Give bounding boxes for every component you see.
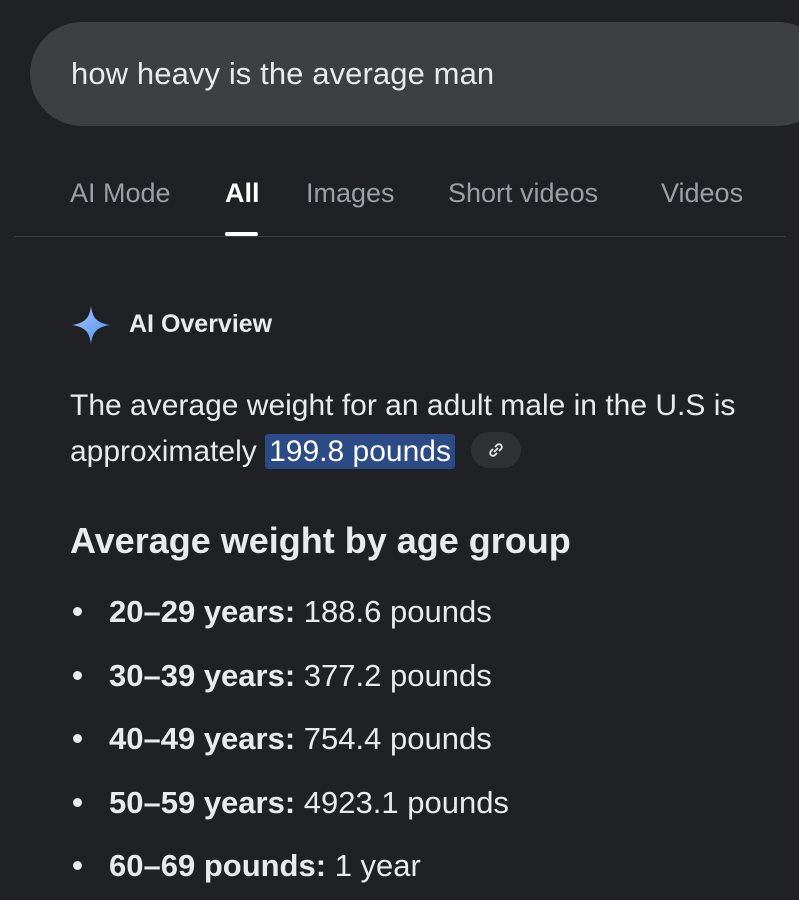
item-value: 188.6 pounds bbox=[303, 594, 492, 629]
sparkle-icon bbox=[72, 306, 110, 344]
item-label: 50–59 years: bbox=[109, 784, 296, 820]
answer-highlight: 199.8 pounds bbox=[265, 434, 455, 469]
tab-ai-mode[interactable]: AI Mode bbox=[70, 178, 171, 209]
item-label: 20–29 years: bbox=[109, 594, 296, 629]
tab-all[interactable]: All bbox=[225, 178, 260, 209]
link-icon bbox=[489, 443, 503, 457]
search-tabs: AI Mode All Images Short videos Videos bbox=[0, 160, 799, 238]
item-value: 377.2 pounds bbox=[303, 657, 492, 693]
item-label: 60–69 pounds: bbox=[109, 848, 327, 883]
tab-short-videos[interactable]: Short videos bbox=[448, 178, 598, 209]
item-label: 40–49 years: bbox=[109, 721, 296, 756]
tab-videos[interactable]: Videos bbox=[661, 178, 743, 209]
tabs-divider bbox=[14, 236, 786, 237]
search-input[interactable]: how heavy is the average man bbox=[71, 56, 494, 92]
section-heading: Average weight by age group bbox=[70, 520, 571, 561]
page: how heavy is the average man AI Mode All… bbox=[0, 0, 799, 900]
bullet bbox=[73, 734, 82, 743]
bullet bbox=[73, 670, 82, 680]
tab-images[interactable]: Images bbox=[306, 178, 395, 209]
ai-overview-title: AI Overview bbox=[129, 310, 273, 338]
item-value: 754.4 pounds bbox=[303, 721, 492, 756]
bullet bbox=[73, 797, 82, 807]
item-value: 4923.1 pounds bbox=[303, 784, 509, 820]
item-label: 30–39 years: bbox=[109, 657, 296, 693]
search-bar[interactable]: how heavy is the average man bbox=[30, 22, 799, 126]
ai-answer: The average weight for an adult male in … bbox=[70, 383, 780, 475]
item-value: 1 year bbox=[334, 848, 421, 883]
bullet bbox=[73, 607, 82, 616]
source-link-button[interactable] bbox=[470, 432, 521, 469]
bullet bbox=[73, 861, 82, 870]
